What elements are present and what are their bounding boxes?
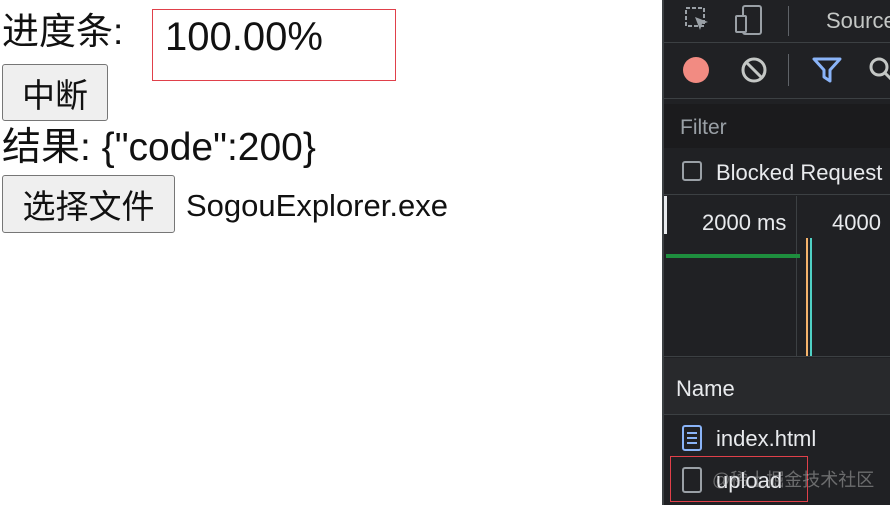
blocked-requests-checkbox[interactable] (682, 161, 702, 181)
result-text: 结果: {"code":200} (2, 126, 316, 169)
network-toolbar (664, 42, 890, 99)
toolbar-divider (788, 6, 789, 36)
request-row-index-html[interactable]: index.html (664, 416, 890, 460)
name-column-header-label: Name (676, 376, 735, 401)
timeline-request-bar (666, 254, 800, 258)
blocked-requests-row: Blocked Request (664, 150, 890, 195)
toolbar-divider (788, 54, 789, 86)
timeline-dom-content-loaded-marker (806, 238, 808, 356)
filter-icon[interactable] (812, 56, 842, 84)
timeline-tick-label: 2000 ms (702, 210, 787, 235)
device-toolbar-icon[interactable] (734, 4, 764, 36)
clear-icon[interactable] (740, 56, 768, 84)
filter-placeholder: Filter (680, 116, 727, 139)
document-icon (682, 425, 702, 451)
progress-label: 进度条: (2, 10, 124, 52)
timeline-gridline (796, 196, 797, 356)
tab-sources[interactable]: Source (826, 8, 890, 34)
search-icon[interactable] (868, 56, 890, 84)
blocked-requests-label: Blocked Request (716, 160, 883, 185)
devtools-tab-bar: Source (664, 0, 890, 43)
request-name: index.html (716, 426, 817, 451)
choose-file-button[interactable]: 选择文件 (2, 175, 175, 233)
inspect-element-icon[interactable] (684, 6, 712, 34)
progress-indicator-box: 100.00% (152, 9, 396, 81)
web-page: 进度条: 100.00% 中断 结果: {"code":200} 选择文件 So… (0, 0, 662, 505)
watermark: @稀土掘金技术社区 (712, 470, 875, 490)
record-icon[interactable] (682, 56, 710, 84)
timeline-tick-label: 4000 (832, 210, 881, 235)
timeline-start-handle[interactable] (664, 196, 667, 234)
abort-button[interactable]: 中断 (2, 64, 108, 121)
network-timeline-overview[interactable]: 2000 ms 4000 (664, 196, 890, 357)
progress-value: 100.00% (165, 15, 323, 59)
selected-file-name: SogouExplorer.exe (186, 188, 448, 223)
name-column-header[interactable]: Name (664, 358, 890, 415)
filter-input[interactable]: Filter (664, 104, 890, 148)
timeline-load-marker (810, 238, 812, 356)
devtools-panel: Source Filter Blocked Request 2000 ms 40… (662, 0, 890, 505)
